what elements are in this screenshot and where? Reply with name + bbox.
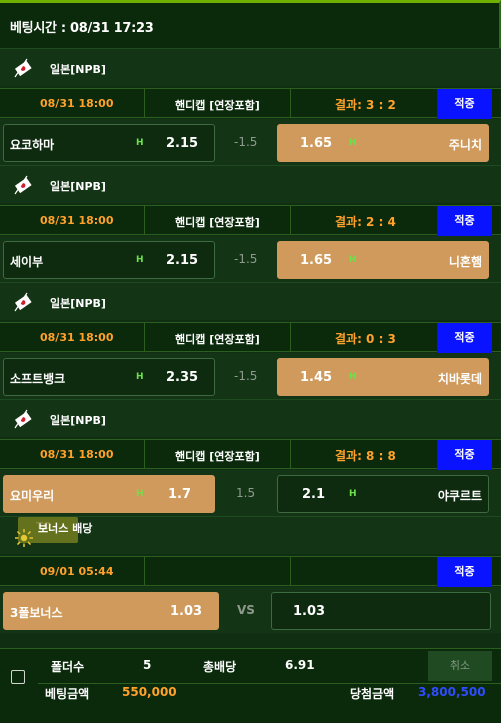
- home-odds: 2.15: [166, 253, 199, 268]
- home-option[interactable]: 요코하마 H 2.15: [3, 124, 215, 162]
- home-odds: 1.7: [168, 487, 192, 502]
- bonus-date: 09/01 05:44: [40, 565, 114, 578]
- header-bar: 베팅시간 : 08/31 17:23: [0, 0, 501, 48]
- match-date: 08/31 18:00: [40, 97, 114, 110]
- home-indicator: H: [136, 489, 144, 499]
- win-amount-value: 3,800,500: [418, 685, 486, 699]
- home-option[interactable]: 소프트뱅크 H 2.35: [3, 358, 215, 396]
- away-odds: 2.1: [302, 487, 326, 502]
- home-indicator: H: [136, 255, 144, 265]
- handicap-line: 1.5: [236, 486, 256, 500]
- league-header: 일본[NPB]: [0, 48, 501, 86]
- away-indicator: H: [349, 489, 357, 499]
- league-name: 일본[NPB]: [50, 63, 106, 76]
- market-type: 핸디캡 [연장포함]: [175, 450, 260, 463]
- home-team: 요코하마: [10, 138, 55, 152]
- home-option[interactable]: 세이부 H 2.15: [3, 241, 215, 279]
- select-all-checkbox[interactable]: [11, 670, 25, 684]
- status-badge: 적중: [437, 440, 492, 470]
- status-badge: 적중: [437, 89, 492, 119]
- away-indicator: H: [349, 372, 357, 382]
- away-option[interactable]: 1.65 H 주니치: [277, 124, 489, 162]
- total-odds-value: 6.91: [285, 658, 315, 672]
- match-date: 08/31 18:00: [40, 448, 114, 461]
- folders-value: 5: [143, 658, 152, 672]
- match-info: 08/31 18:00 핸디캡 [연장포함] 결과: 2 : 4 적중: [0, 205, 501, 236]
- handicap-line: -1.5: [234, 135, 258, 149]
- market-type: 핸디캡 [연장포함]: [175, 99, 260, 112]
- bonus-odds-right: 1.03: [293, 604, 326, 619]
- bonus-title: 보너스 배당: [38, 522, 93, 535]
- away-indicator: H: [349, 255, 357, 265]
- away-indicator: H: [349, 138, 357, 148]
- bet-amount-label: 베팅금액: [45, 687, 90, 701]
- away-odds: 1.65: [300, 253, 333, 268]
- folders-label: 폴더수: [51, 660, 85, 674]
- match-result: 결과: 0 : 3: [335, 332, 396, 346]
- home-team: 요미우리: [10, 489, 55, 503]
- market-type: 핸디캡 [연장포함]: [175, 333, 260, 346]
- bet-line: 소프트뱅크 H 2.35 -1.5 1.45 H 치바롯데: [0, 353, 501, 399]
- vs-label: VS: [237, 603, 255, 617]
- bet-time: 베팅시간 : 08/31 17:23: [10, 21, 154, 36]
- bonus-option[interactable]: 3폴보너스 1.03: [3, 592, 219, 630]
- away-team: 치바롯데: [437, 372, 482, 386]
- status-badge: 적중: [437, 557, 492, 587]
- match-date: 08/31 18:00: [40, 331, 114, 344]
- away-team: 주니치: [448, 138, 482, 152]
- betting-slip: 베팅시간 : 08/31 17:23 일본[NPB] 08/31 18:00 핸…: [0, 0, 501, 723]
- bonus-info: 09/01 05:44 적중: [0, 556, 501, 587]
- away-odds: 1.45: [300, 370, 333, 385]
- match-info: 08/31 18:00 핸디캡 [연장포함] 결과: 8 : 8 적중: [0, 439, 501, 470]
- match-info: 08/31 18:00 핸디캡 [연장포함] 결과: 3 : 2 적중: [0, 88, 501, 119]
- league-name: 일본[NPB]: [50, 414, 106, 427]
- win-amount-label: 당첨금액: [350, 687, 395, 701]
- league-name: 일본[NPB]: [50, 297, 106, 310]
- away-option[interactable]: 1.65 H 니혼햄: [277, 241, 489, 279]
- bonus-header: TO 보너스 배당: [0, 516, 501, 554]
- divider: [38, 683, 501, 684]
- away-team: 야쿠르트: [437, 489, 482, 503]
- match-result: 결과: 8 : 8: [335, 449, 396, 463]
- home-indicator: H: [136, 138, 144, 148]
- bet-amount-value: 550,000: [122, 685, 177, 699]
- handicap-line: -1.5: [234, 369, 258, 383]
- japan-flag-icon: [14, 409, 32, 429]
- league-header: 일본[NPB]: [0, 165, 501, 203]
- home-indicator: H: [136, 372, 144, 382]
- match-date: 08/31 18:00: [40, 214, 114, 227]
- bonus-line: 3폴보너스 1.03 VS 1.03: [0, 587, 501, 633]
- status-badge: 적중: [437, 323, 492, 353]
- japan-flag-icon: [14, 292, 32, 312]
- match-result: 결과: 3 : 2: [335, 98, 396, 112]
- cancel-button[interactable]: 취소: [428, 651, 492, 681]
- home-odds: 2.35: [166, 370, 199, 385]
- bet-line: 세이부 H 2.15 -1.5 1.65 H 니혼햄: [0, 236, 501, 282]
- match-info: 08/31 18:00 핸디캡 [연장포함] 결과: 0 : 3 적중: [0, 322, 501, 353]
- league-name: 일본[NPB]: [50, 180, 106, 193]
- away-option[interactable]: 1.45 H 치바롯데: [277, 358, 489, 396]
- league-header: 일본[NPB]: [0, 282, 501, 320]
- bonus-name: 3폴보너스: [10, 606, 63, 620]
- market-type: 핸디캡 [연장포함]: [175, 216, 260, 229]
- total-odds-label: 총배당: [203, 660, 237, 674]
- bet-summary: 폴더수 5 총배당 6.91 취소 베팅금액 550,000 당첨금액 3,80…: [0, 648, 501, 723]
- japan-flag-icon: [14, 58, 32, 78]
- home-odds: 2.15: [166, 136, 199, 151]
- handicap-line: -1.5: [234, 252, 258, 266]
- bet-line: 요코하마 H 2.15 -1.5 1.65 H 주니치: [0, 119, 501, 165]
- bet-line: 요미우리 H 1.7 1.5 2.1 H 야쿠르트: [0, 470, 501, 516]
- bonus-option-right[interactable]: 1.03: [271, 592, 491, 630]
- home-option[interactable]: 요미우리 H 1.7: [3, 475, 215, 513]
- league-header: 일본[NPB]: [0, 399, 501, 437]
- home-team: 세이부: [10, 255, 44, 269]
- bonus-odds: 1.03: [170, 604, 203, 619]
- japan-flag-icon: [14, 175, 32, 195]
- away-option[interactable]: 2.1 H 야쿠르트: [277, 475, 489, 513]
- home-team: 소프트뱅크: [10, 372, 66, 386]
- away-team: 니혼햄: [448, 255, 482, 269]
- match-result: 결과: 2 : 4: [335, 215, 396, 229]
- away-odds: 1.65: [300, 136, 333, 151]
- status-badge: 적중: [437, 206, 492, 236]
